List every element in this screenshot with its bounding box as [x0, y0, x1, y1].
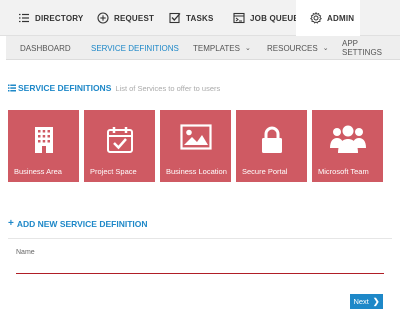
- tile-business-location[interactable]: Business Location: [160, 110, 231, 182]
- subnav-service-definitions[interactable]: SERVICE DEFINITIONS: [91, 36, 179, 60]
- chevron-right-icon: ❯: [372, 297, 380, 306]
- section-title: SERVICE DEFINITIONS: [18, 83, 112, 93]
- subnav-templates-label: TEMPLATES: [193, 43, 240, 53]
- tile-label: Business Location: [166, 167, 227, 176]
- nav-admin[interactable]: ADMIN: [296, 0, 360, 36]
- section-header: SERVICE DEFINITIONS List of Services to …: [8, 82, 220, 94]
- building-icon: [34, 127, 53, 153]
- tile-label: Secure Portal: [242, 167, 288, 176]
- calendar-check-icon: [106, 127, 133, 153]
- add-new-service-definition[interactable]: + ADD NEW SERVICE DEFINITION: [8, 218, 148, 230]
- checkbox-icon: [169, 12, 181, 24]
- nav-admin-label: ADMIN: [327, 13, 355, 23]
- next-button[interactable]: Next ❯: [350, 294, 383, 309]
- nav-request-label: REQUEST: [114, 13, 155, 23]
- tile-label: Business Area: [14, 167, 62, 176]
- tile-microsoft-team[interactable]: Microsoft Team: [312, 110, 383, 182]
- name-field[interactable]: [16, 258, 384, 274]
- sub-navigation: DASHBOARD SERVICE DEFINITIONS TEMPLATES …: [6, 36, 400, 60]
- subnav-dashboard-label: DASHBOARD: [20, 43, 71, 53]
- nav-job-queue[interactable]: JOB QUEUE: [233, 0, 299, 36]
- nav-directory[interactable]: DIRECTORY: [18, 0, 83, 36]
- subnav-templates[interactable]: TEMPLATES ⌄: [193, 36, 251, 60]
- image-icon: [179, 124, 212, 150]
- chevron-down-icon: ⌄: [322, 45, 329, 52]
- plus-circle-icon: [97, 12, 109, 24]
- nav-request[interactable]: REQUEST: [97, 0, 154, 36]
- tile-label: Microsoft Team: [318, 167, 369, 176]
- subnav-app-settings[interactable]: APP SETTINGS: [342, 36, 400, 60]
- subnav-dashboard[interactable]: DASHBOARD: [20, 36, 71, 60]
- nav-tasks[interactable]: TASKS: [169, 0, 214, 36]
- top-navigation: DIRECTORY REQUEST TASKS JOB QUEUE ADMIN: [0, 0, 400, 36]
- chevron-down-icon: ⌄: [244, 45, 251, 52]
- add-new-label: ADD NEW SERVICE DEFINITION: [16, 219, 148, 229]
- gear-icon: [310, 12, 322, 24]
- subnav-app-settings-label: APP SETTINGS: [342, 39, 383, 57]
- next-button-label: Next: [353, 297, 369, 306]
- list-icon: [8, 84, 16, 92]
- tile-label: Project Space: [90, 167, 137, 176]
- plus-icon: +: [8, 218, 14, 229]
- subnav-resources[interactable]: RESOURCES ⌄: [267, 36, 329, 60]
- nav-directory-label: DIRECTORY: [35, 13, 84, 23]
- subnav-resources-label: RESOURCES: [267, 43, 318, 53]
- tile-secure-portal[interactable]: Secure Portal: [236, 110, 307, 182]
- divider: [8, 238, 392, 239]
- list-icon: [19, 13, 29, 23]
- section-subtitle: List of Services to offer to users: [115, 83, 221, 93]
- team-icon: [329, 125, 366, 153]
- nav-job-queue-label: JOB QUEUE: [250, 13, 299, 23]
- tile-business-area[interactable]: Business Area: [8, 110, 79, 182]
- lock-icon: [261, 126, 282, 153]
- name-field-label: Name: [16, 249, 35, 256]
- subnav-service-definitions-label: SERVICE DEFINITIONS: [91, 43, 179, 53]
- nav-tasks-label: TASKS: [186, 13, 214, 23]
- tile-project-space[interactable]: Project Space: [84, 110, 155, 182]
- job-queue-icon: [233, 12, 245, 24]
